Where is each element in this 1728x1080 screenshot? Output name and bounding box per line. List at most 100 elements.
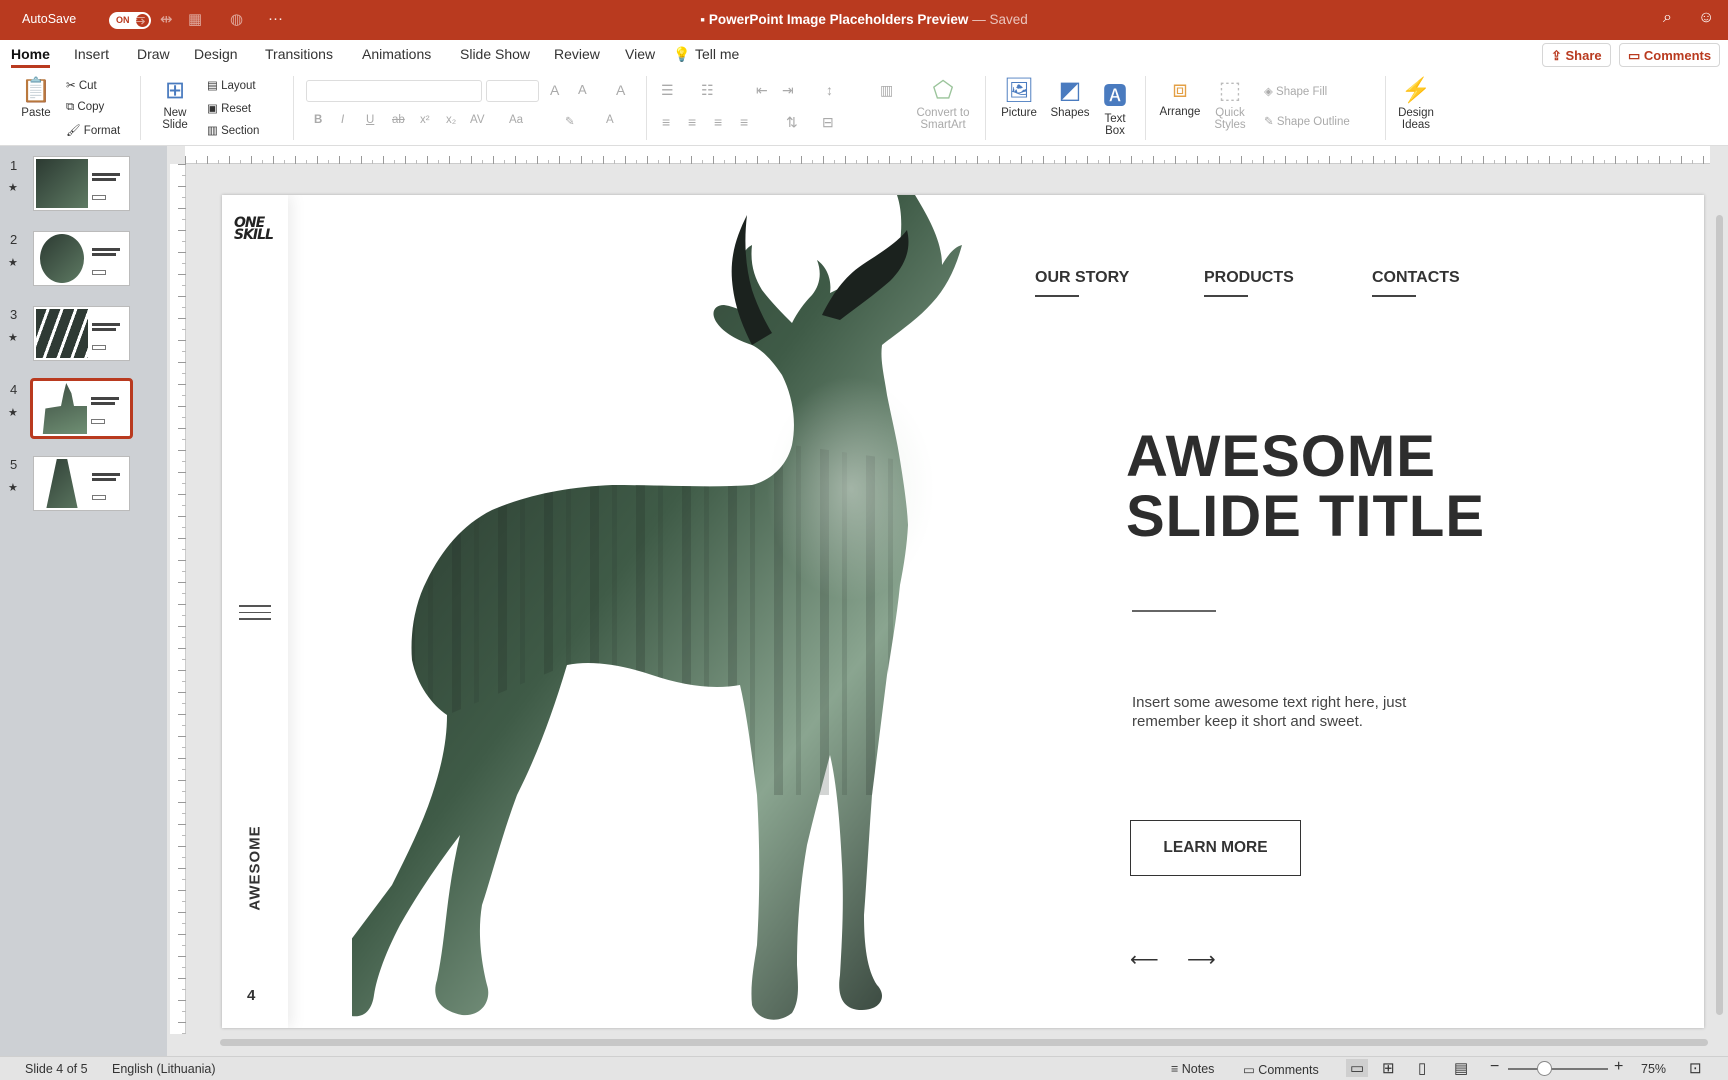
align-left-icon[interactable]: ≡ bbox=[662, 114, 670, 130]
clear-format-icon[interactable]: A bbox=[616, 82, 625, 98]
horizontal-scrollbar[interactable] bbox=[220, 1039, 1708, 1046]
normal-view-icon[interactable]: ▭ bbox=[1346, 1059, 1369, 1077]
thumb-number: 4 bbox=[10, 382, 18, 397]
tab-design[interactable]: Design bbox=[194, 46, 238, 62]
align-right-icon[interactable]: ≡ bbox=[714, 114, 722, 130]
shapes-button[interactable]: ◩ Shapes bbox=[1048, 76, 1092, 119]
text-box-icon: 🅰 bbox=[1103, 83, 1127, 110]
thumb-title-line bbox=[92, 173, 120, 176]
language-indicator[interactable]: English (Lithuania) bbox=[112, 1062, 216, 1076]
superscript-icon[interactable]: x² bbox=[420, 114, 430, 126]
tell-me[interactable]: Tell me bbox=[695, 46, 739, 62]
zoom-slider-track[interactable] bbox=[1508, 1068, 1608, 1070]
tab-view[interactable]: View bbox=[625, 46, 655, 62]
new-slide-button[interactable]: ⊞ New Slide bbox=[152, 76, 198, 131]
horizontal-ruler[interactable] bbox=[185, 146, 1710, 164]
arrange-button[interactable]: ⧈ Arrange bbox=[1155, 76, 1205, 118]
notes-button[interactable]: ≡ Notes bbox=[1171, 1062, 1214, 1076]
tab-review[interactable]: Review bbox=[554, 46, 600, 62]
increase-indent-icon[interactable]: ⇥ bbox=[782, 82, 794, 99]
slide-title-line-2[interactable]: SLIDE TITLE bbox=[1126, 483, 1485, 550]
nav-our-story[interactable]: OUR STORY bbox=[1035, 269, 1129, 287]
cut-button[interactable]: ✂ Cut bbox=[66, 78, 97, 92]
highlight-icon[interactable]: ✎ bbox=[565, 114, 575, 128]
title-bar: AutoSave ON ⇆ ⇹ ▦ ◍ ··· ▪ PowerPoint Ima… bbox=[0, 0, 1728, 40]
ribbon-divider bbox=[1145, 76, 1146, 140]
font-color-icon[interactable]: A bbox=[606, 114, 614, 126]
slide-thumbnail-1[interactable] bbox=[33, 156, 130, 211]
layout-button[interactable]: ▤ Layout bbox=[207, 78, 256, 92]
slide-thumbnail-2[interactable] bbox=[33, 231, 130, 286]
reading-view-icon[interactable]: ▯ bbox=[1418, 1059, 1426, 1077]
slide-body-text[interactable]: Insert some awesome text right here, jus… bbox=[1132, 693, 1452, 731]
slide-thumbnail-4[interactable] bbox=[30, 378, 133, 439]
share-button[interactable]: ⇪ Share bbox=[1542, 43, 1611, 67]
tab-home[interactable]: Home bbox=[11, 46, 50, 68]
bold-icon[interactable]: B bbox=[314, 114, 322, 126]
slide-title-line-1[interactable]: AWESOME bbox=[1126, 423, 1436, 490]
italic-icon[interactable]: I bbox=[341, 114, 344, 126]
text-direction-icon[interactable]: ⇅ bbox=[786, 114, 798, 131]
slideshow-view-icon[interactable]: ▤ bbox=[1454, 1059, 1468, 1077]
tab-draw[interactable]: Draw bbox=[137, 46, 170, 62]
search-icon[interactable]: ⌕ bbox=[1663, 9, 1672, 27]
vertical-scrollbar[interactable] bbox=[1716, 215, 1723, 1015]
slide-thumbnail-3[interactable] bbox=[33, 306, 130, 361]
animation-star-icon: ★ bbox=[8, 332, 18, 344]
strikethrough-icon[interactable]: ab bbox=[392, 114, 405, 126]
picture-button[interactable]: 🖼 Picture bbox=[996, 76, 1042, 119]
numbering-icon[interactable]: ☷ bbox=[701, 82, 714, 99]
change-case-icon[interactable]: Aa bbox=[509, 114, 523, 126]
nav-products[interactable]: PRODUCTS bbox=[1204, 269, 1294, 287]
char-spacing-icon[interactable]: AV bbox=[470, 114, 485, 126]
convert-smartart-button[interactable]: ⬠ Convert to SmartArt bbox=[912, 76, 974, 131]
copy-button[interactable]: ⧉ Copy bbox=[66, 101, 104, 114]
tab-transitions[interactable]: Transitions bbox=[265, 46, 333, 62]
tab-animations[interactable]: Animations bbox=[362, 46, 431, 62]
zoom-out-icon[interactable]: − bbox=[1490, 1058, 1499, 1076]
lightbulb-icon: 💡 bbox=[673, 46, 691, 62]
nav-contacts[interactable]: CONTACTS bbox=[1372, 269, 1460, 287]
shrink-font-icon[interactable]: A bbox=[578, 82, 587, 97]
paste-button[interactable]: 📋 Paste bbox=[16, 76, 56, 119]
arrow-left-icon[interactable]: ⟵ bbox=[1130, 947, 1159, 972]
underline-icon[interactable]: U bbox=[366, 114, 374, 126]
smiley-icon[interactable]: ☺ bbox=[1698, 9, 1714, 27]
align-text-icon[interactable]: ⊟ bbox=[822, 114, 834, 131]
line-spacing-icon[interactable]: ↕ bbox=[826, 82, 833, 98]
comments-button[interactable]: ▭ Comments bbox=[1619, 43, 1721, 67]
learn-more-button[interactable]: LEARN MORE bbox=[1130, 820, 1301, 876]
slide-thumbnail-5[interactable] bbox=[33, 456, 130, 511]
text-box-button[interactable]: 🅰 Text Box bbox=[1098, 76, 1132, 137]
fit-to-window-icon[interactable]: ⊡ bbox=[1689, 1059, 1702, 1077]
slide-canvas[interactable]: ONE SKILL AWESOME 4 OUR STORY PRODUCTS C… bbox=[222, 195, 1704, 1028]
justify-icon[interactable]: ≡ bbox=[740, 114, 748, 130]
zoom-slider-handle[interactable] bbox=[1537, 1061, 1552, 1076]
font-size-input[interactable] bbox=[486, 80, 539, 102]
new-slide-icon: ⊞ bbox=[164, 77, 186, 104]
tab-slide-show[interactable]: Slide Show bbox=[460, 46, 530, 62]
align-center-icon[interactable]: ≡ bbox=[688, 114, 696, 130]
shape-outline-button[interactable]: ✎ Shape Outline bbox=[1264, 114, 1350, 128]
hamburger-menu-icon[interactable] bbox=[239, 605, 271, 621]
zoom-in-icon[interactable]: + bbox=[1614, 1058, 1623, 1076]
font-name-input[interactable] bbox=[306, 80, 482, 102]
comments-status-button[interactable]: ▭ Comments bbox=[1243, 1062, 1319, 1077]
tab-insert[interactable]: Insert bbox=[74, 46, 109, 62]
arrow-right-icon[interactable]: ⟶ bbox=[1187, 947, 1216, 972]
reset-button[interactable]: ▣ Reset bbox=[207, 101, 251, 115]
decrease-indent-icon[interactable]: ⇤ bbox=[756, 82, 768, 99]
bullets-icon[interactable]: ☰ bbox=[661, 82, 674, 99]
slide-sorter-icon[interactable]: ⊞ bbox=[1382, 1059, 1395, 1077]
columns-icon[interactable]: ▥ bbox=[880, 82, 893, 99]
zoom-level[interactable]: 75% bbox=[1641, 1062, 1666, 1076]
vertical-ruler[interactable] bbox=[170, 164, 186, 1034]
thumb-image bbox=[42, 383, 87, 434]
format-painter-button[interactable]: 🖌 Format bbox=[66, 123, 120, 137]
grow-font-icon[interactable]: A bbox=[550, 82, 559, 98]
shape-fill-button[interactable]: ◈ Shape Fill bbox=[1264, 84, 1327, 98]
quick-styles-button[interactable]: ⬚ Quick Styles bbox=[1208, 76, 1252, 131]
section-button[interactable]: ▥ Section bbox=[207, 123, 259, 137]
design-ideas-button[interactable]: ⚡ Design Ideas bbox=[1393, 76, 1439, 131]
subscript-icon[interactable]: x₂ bbox=[446, 114, 456, 126]
